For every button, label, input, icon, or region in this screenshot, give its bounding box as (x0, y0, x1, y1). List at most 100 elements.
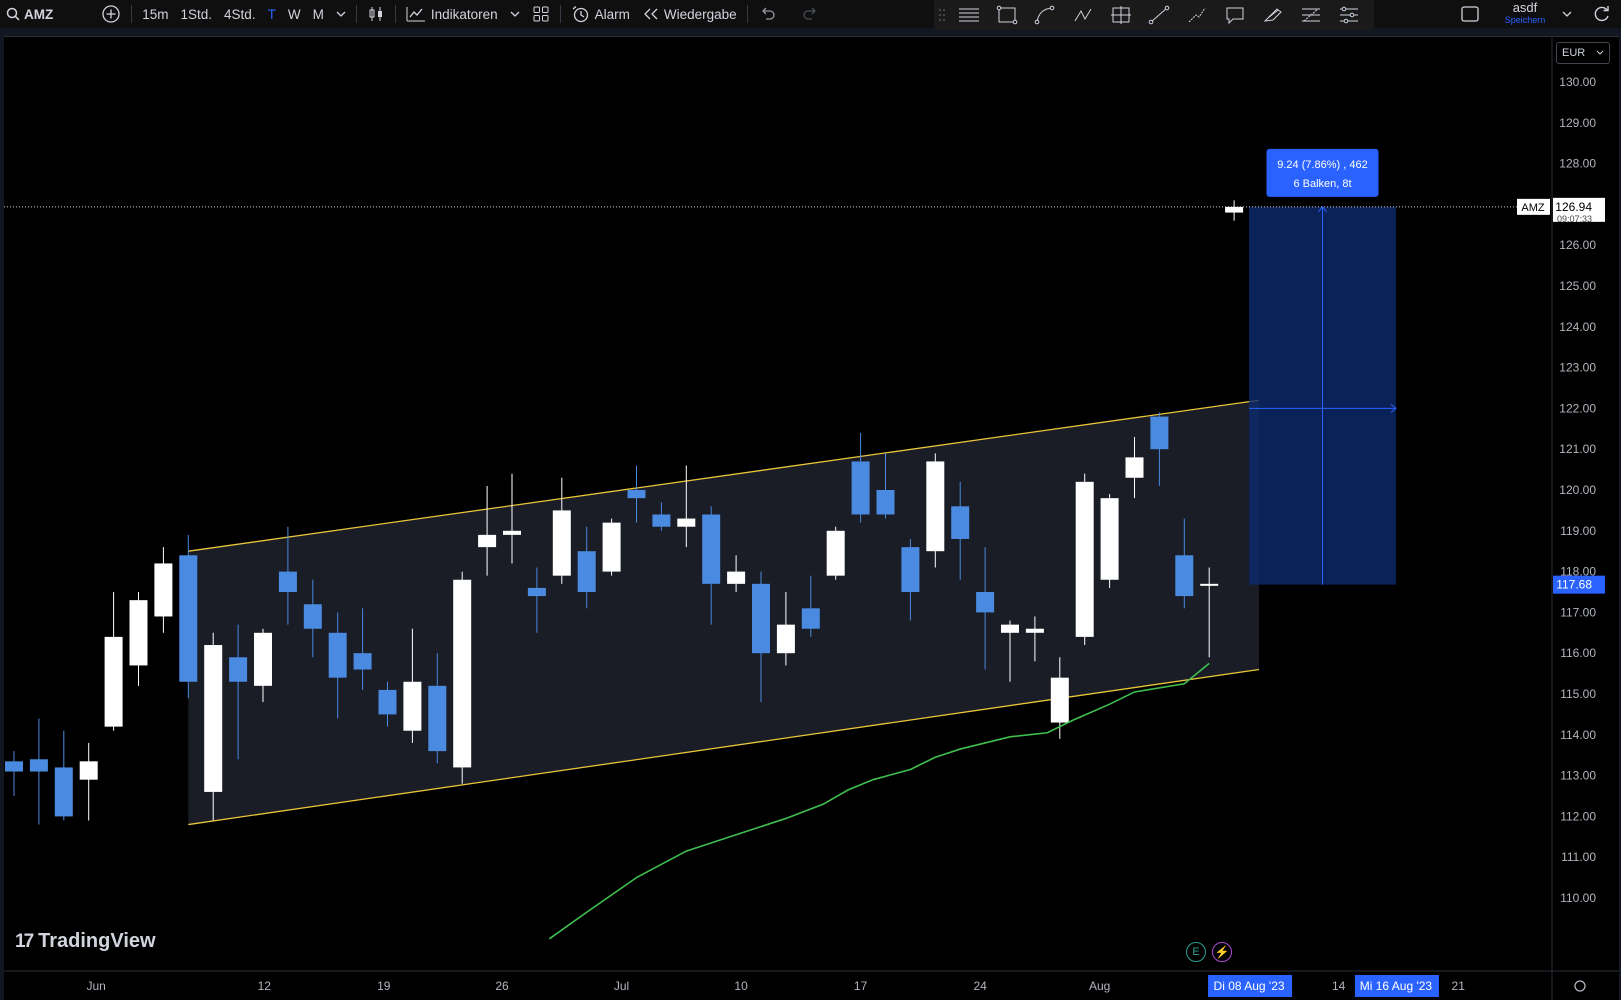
candle-body[interactable] (1050, 677, 1069, 723)
candle-body[interactable] (1025, 628, 1044, 633)
candle-body[interactable] (976, 592, 995, 613)
candle-body[interactable] (677, 518, 696, 527)
candle-body[interactable] (1001, 624, 1019, 633)
candlestick-chart[interactable]: 9.24 (7.86%) , 462 6 Balken, 8t 110.00 111… (4, 37, 1619, 1000)
candle-body[interactable] (527, 587, 546, 597)
candle-body[interactable] (154, 563, 173, 617)
candle-body[interactable] (901, 547, 920, 592)
time-tick-label: 24 (973, 979, 987, 993)
gear-icon[interactable] (1574, 980, 1586, 992)
candle-body[interactable] (876, 490, 895, 515)
candle-body[interactable] (727, 571, 746, 584)
symbol-search-button[interactable]: AMZ (0, 0, 59, 28)
layout-dropdown-button[interactable] (1556, 0, 1578, 28)
drag-handle[interactable] (934, 0, 950, 30)
candle-body[interactable] (826, 530, 845, 576)
candle-body[interactable] (951, 506, 970, 539)
candle-body[interactable] (926, 461, 945, 552)
candle-body[interactable] (378, 689, 397, 715)
draw-tool-path[interactable] (1064, 0, 1102, 30)
draw-tool-brush[interactable] (1254, 0, 1292, 30)
candle-body[interactable] (1125, 457, 1144, 478)
interval-1h[interactable]: 1Std. (175, 0, 219, 28)
candle-body[interactable] (478, 534, 497, 548)
candle-body[interactable] (328, 632, 347, 678)
interval-month[interactable]: M (307, 0, 330, 28)
save-layout-button[interactable]: asdf Speichern (1490, 0, 1560, 30)
layout-templates-button[interactable] (526, 0, 556, 28)
draw-tool-rectangle[interactable] (988, 0, 1026, 30)
redo-button[interactable] (796, 0, 826, 28)
candle-body[interactable] (1100, 498, 1119, 580)
candle-body[interactable] (627, 490, 646, 499)
snapshot-button[interactable] (1586, 0, 1618, 28)
interval-15m[interactable]: 15m (136, 0, 174, 28)
candle-body[interactable] (254, 632, 272, 686)
draw-tool-trendline[interactable] (1140, 0, 1178, 30)
time-tick-label: 17 (854, 979, 868, 993)
interval-day[interactable]: T (262, 0, 282, 28)
candle-body[interactable] (129, 600, 148, 666)
candle-body[interactable] (702, 514, 721, 584)
indicators-dropdown-button[interactable] (504, 0, 526, 28)
fullscreen-button[interactable] (1454, 0, 1486, 28)
top-toolbar: AMZ 15m 1Std. 4Std. T W M Indikatoren Al… (0, 0, 1621, 28)
candle-body[interactable] (1225, 206, 1244, 213)
candles-icon (369, 7, 382, 21)
candle-body[interactable] (801, 608, 820, 629)
candle-body[interactable] (1200, 583, 1219, 586)
polyline-icon (1188, 7, 1206, 23)
draw-tool-curve[interactable] (1026, 0, 1064, 30)
candle-body[interactable] (851, 461, 870, 515)
draw-tool-fib[interactable] (1292, 0, 1330, 30)
candle-body[interactable] (179, 555, 198, 682)
draw-tool-crosshair-box[interactable] (1102, 0, 1140, 30)
draw-tool-callout[interactable] (1216, 0, 1254, 30)
candle-body[interactable] (453, 579, 472, 768)
alert-button[interactable]: Alarm (565, 0, 636, 28)
candle-body[interactable] (79, 761, 98, 780)
interval-week[interactable]: W (282, 0, 307, 28)
tradingview-logo[interactable]: 17 TradingView (15, 930, 156, 953)
earnings-event-icon[interactable]: E (1186, 942, 1206, 962)
chart-type-button[interactable] (361, 0, 391, 28)
indicators-button[interactable]: Indikatoren (400, 0, 504, 28)
candle-body[interactable] (1175, 555, 1194, 597)
candle-body[interactable] (577, 551, 596, 592)
interval-dropdown-button[interactable] (330, 0, 352, 28)
chart-pane[interactable]: 9.24 (7.86%) , 462 6 Balken, 8t 110.00 111… (4, 36, 1619, 1000)
candle-body[interactable] (403, 681, 422, 731)
candle-body[interactable] (428, 685, 447, 752)
compare-symbol-button[interactable] (95, 0, 127, 28)
lightning-event-icon[interactable]: ⚡ (1212, 942, 1232, 962)
candle-body[interactable] (5, 761, 23, 772)
time-tick-label: 10 (734, 979, 748, 993)
candle-body[interactable] (652, 514, 671, 527)
candle-body[interactable] (1075, 481, 1094, 637)
candle-body[interactable] (229, 657, 248, 682)
replay-button[interactable]: Wiedergabe (636, 0, 743, 28)
candle-body[interactable] (104, 636, 123, 727)
currency-select[interactable]: EUR (1556, 42, 1610, 64)
candle-body[interactable] (602, 522, 621, 572)
candle-body[interactable] (1150, 416, 1169, 450)
candle-body[interactable] (776, 624, 795, 654)
interval-label: W (287, 6, 301, 22)
time-tick-label: 19 (377, 979, 391, 993)
candle-body[interactable] (552, 510, 571, 576)
draw-tool-lines[interactable] (950, 0, 988, 30)
candle-body[interactable] (303, 604, 322, 629)
search-icon (6, 7, 20, 21)
candle-body[interactable] (204, 645, 223, 792)
draw-tool-more[interactable] (1330, 0, 1368, 30)
candle-body[interactable] (353, 653, 372, 670)
candle-body[interactable] (278, 571, 297, 592)
candle-body[interactable] (54, 767, 73, 817)
candle-body[interactable] (503, 530, 521, 535)
candle-body[interactable] (752, 583, 770, 654)
interval-4h[interactable]: 4Std. (218, 0, 262, 28)
undo-button[interactable] (752, 0, 782, 28)
save-label: Speichern (1504, 15, 1546, 25)
candle-body[interactable] (29, 759, 48, 772)
draw-tool-polyline[interactable] (1178, 0, 1216, 30)
